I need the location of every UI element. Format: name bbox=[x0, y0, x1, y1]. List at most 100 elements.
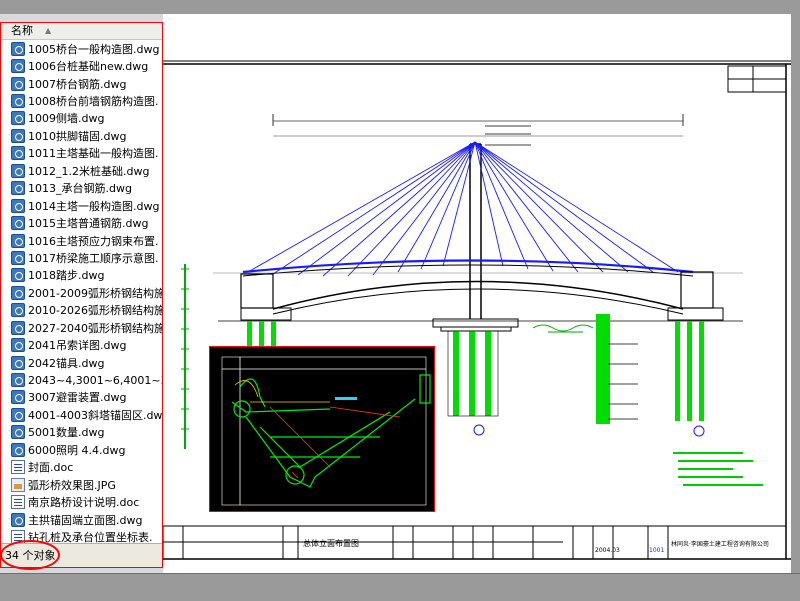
file-list-item[interactable]: 弧形桥效果图.JPG bbox=[1, 476, 162, 493]
file-name: 南京路桥设计说明.doc bbox=[28, 496, 140, 510]
file-name: 3007避雷装置.dwg bbox=[28, 391, 127, 405]
file-list-item[interactable]: 1017桥梁施工顺序示意图. bbox=[1, 249, 162, 266]
doc-file-icon bbox=[11, 495, 25, 510]
drawing-sheet-number: 1001 bbox=[649, 547, 664, 554]
file-name: 5001数量.dwg bbox=[28, 426, 105, 440]
file-name: 1012_1.2米桩基础.dwg bbox=[28, 164, 150, 178]
jpg-file-icon bbox=[11, 477, 25, 492]
file-list-item[interactable]: 4001-4003斜塔锚固区.dwg bbox=[1, 406, 162, 423]
file-name: 1005桥台一般构造图.dwg bbox=[28, 42, 160, 56]
file-list: 1005桥台一般构造图.dwg 1006台桩基础new.dwg 1007桥台钢筋.d… bbox=[1, 40, 162, 546]
dwg-file-icon bbox=[11, 355, 25, 370]
file-name: 1017桥梁施工顺序示意图. bbox=[28, 251, 159, 265]
dwg-file-icon bbox=[11, 233, 25, 248]
file-list-item[interactable]: 1013_承台钢筋.dwg bbox=[1, 180, 162, 197]
file-list-item[interactable]: 1006台桩基础new.dwg bbox=[1, 57, 162, 74]
file-name: 2042锚具.dwg bbox=[28, 356, 105, 370]
file-list-item[interactable]: 1016主塔预应力钢束布置. bbox=[1, 232, 162, 249]
dwg-file-icon bbox=[11, 111, 25, 126]
dwg-file-icon bbox=[11, 425, 25, 440]
dwg-file-icon bbox=[11, 268, 25, 283]
file-list-item[interactable]: 南京路桥设计说明.doc bbox=[1, 493, 162, 510]
file-list-item[interactable]: 3007避雷装置.dwg bbox=[1, 389, 162, 406]
company-name: 林同炎·李国豪土建工程咨询有限公司 bbox=[671, 540, 769, 548]
file-list-item[interactable]: 1009侧墙.dwg bbox=[1, 110, 162, 127]
file-name: 弧形桥效果图.JPG bbox=[28, 478, 116, 492]
file-name: 1006台桩基础new.dwg bbox=[28, 60, 149, 74]
stay-cables bbox=[247, 141, 679, 277]
file-list-item[interactable]: 1018踏步.dwg bbox=[1, 267, 162, 284]
file-list-item[interactable]: 2042锚具.dwg bbox=[1, 354, 162, 371]
file-name: 1015主塔普通钢筋.dwg bbox=[28, 217, 149, 231]
file-name: 2041吊索详图.dwg bbox=[28, 339, 127, 353]
drawing-date: 2004.03 bbox=[595, 547, 620, 554]
file-list-item[interactable]: 2043~4,3001~6,4001~3弧. bbox=[1, 371, 162, 388]
file-list-item[interactable]: 2001-2009弧形桥钢结构施 bbox=[1, 284, 162, 301]
file-list-item[interactable]: 2041吊索详图.dwg bbox=[1, 336, 162, 353]
dwg-file-icon bbox=[11, 407, 25, 422]
dwg-file-icon bbox=[11, 338, 25, 353]
dwg-file-icon bbox=[11, 216, 25, 231]
file-list-item[interactable]: 主拱锚固端立面图.dwg bbox=[1, 511, 162, 528]
file-list-item[interactable]: 2027-2040弧形桥钢结构施 bbox=[1, 319, 162, 336]
file-name: 1016主塔预应力钢束布置. bbox=[28, 234, 159, 248]
file-name: 1010拱脚锚固.dwg bbox=[28, 129, 127, 143]
file-name: 1008桥台前墙钢筋构造图. bbox=[28, 95, 159, 109]
dwg-file-icon bbox=[11, 442, 25, 457]
dwg-file-icon bbox=[11, 373, 25, 388]
file-name: 2001-2009弧形桥钢结构施 bbox=[28, 286, 162, 300]
file-name: 1014主塔一般构造图.dwg bbox=[28, 199, 160, 213]
dwg-file-icon bbox=[11, 41, 25, 56]
name-column-header[interactable]: 名称 ▲ bbox=[1, 23, 162, 40]
file-list-item[interactable]: 6000照明 4.4.dwg bbox=[1, 441, 162, 458]
dwg-file-icon bbox=[11, 94, 25, 109]
file-name: 6000照明 4.4.dwg bbox=[28, 443, 126, 457]
file-list-item[interactable]: 1007桥台钢筋.dwg bbox=[1, 75, 162, 92]
sort-ascending-icon: ▲ bbox=[45, 26, 52, 35]
file-name: 1013_承台钢筋.dwg bbox=[28, 182, 132, 196]
file-list-item[interactable]: 1008桥台前墙钢筋构造图. bbox=[1, 92, 162, 109]
dwg-file-icon bbox=[11, 146, 25, 161]
file-list-item[interactable]: 封面.doc bbox=[1, 459, 162, 476]
dwg-file-icon bbox=[11, 76, 25, 91]
file-list-item[interactable]: 1015主塔普通钢筋.dwg bbox=[1, 214, 162, 231]
file-list-item[interactable]: 1011主塔基础一般构造图. bbox=[1, 145, 162, 162]
file-name: 2027-2040弧形桥钢结构施 bbox=[28, 321, 162, 335]
file-name: 1018踏步.dwg bbox=[28, 269, 105, 283]
file-name: 封面.doc bbox=[28, 461, 74, 475]
cad-detail-inset bbox=[209, 346, 435, 512]
file-list-item[interactable]: 1014主塔一般构造图.dwg bbox=[1, 197, 162, 214]
top-toolbar-strip bbox=[0, 0, 800, 14]
right-window-edge bbox=[791, 14, 800, 574]
file-name: 2010-2026弧形桥钢结构施 bbox=[28, 304, 162, 318]
file-list-item[interactable]: 5001数量.dwg bbox=[1, 424, 162, 441]
file-name: 1007桥台钢筋.dwg bbox=[28, 77, 127, 91]
dwg-file-icon bbox=[11, 250, 25, 265]
file-name: 1011主塔基础一般构造图. bbox=[28, 147, 159, 161]
file-list-item[interactable]: 2010-2026弧形桥钢结构施 bbox=[1, 302, 162, 319]
dwg-file-icon bbox=[11, 512, 25, 527]
file-list-panel: 名称 ▲ 1005桥台一般构造图.dwg 1006台桩基础new.dwg 1007桥… bbox=[0, 22, 163, 568]
file-name: 2043~4,3001~6,4001~3弧. bbox=[28, 374, 162, 388]
dwg-file-icon bbox=[11, 59, 25, 74]
file-list-item[interactable]: 1005桥台一般构造图.dwg bbox=[1, 40, 162, 57]
red-highlight-ellipse bbox=[0, 540, 60, 570]
dwg-file-icon bbox=[11, 181, 25, 196]
dwg-file-icon bbox=[11, 303, 25, 318]
dwg-file-icon bbox=[11, 163, 25, 178]
dwg-file-icon bbox=[11, 320, 25, 335]
file-list-item[interactable]: 1010拱脚锚固.dwg bbox=[1, 127, 162, 144]
file-name: 主拱锚固端立面图.dwg bbox=[28, 513, 143, 527]
dwg-file-icon bbox=[11, 390, 25, 405]
doc-file-icon bbox=[11, 460, 25, 475]
file-list-item[interactable]: 1012_1.2米桩基础.dwg bbox=[1, 162, 162, 179]
name-column-label: 名称 bbox=[11, 24, 33, 37]
bottom-status-strip bbox=[0, 573, 800, 601]
dwg-file-icon bbox=[11, 198, 25, 213]
dwg-file-icon bbox=[11, 128, 25, 143]
anchor-detail-drawing bbox=[221, 356, 431, 506]
file-name: 1009侧墙.dwg bbox=[28, 112, 105, 126]
file-name: 4001-4003斜塔锚固区.dwg bbox=[28, 408, 162, 422]
dwg-file-icon bbox=[11, 285, 25, 300]
drawing-title: 总体立面布置图 bbox=[303, 538, 359, 548]
